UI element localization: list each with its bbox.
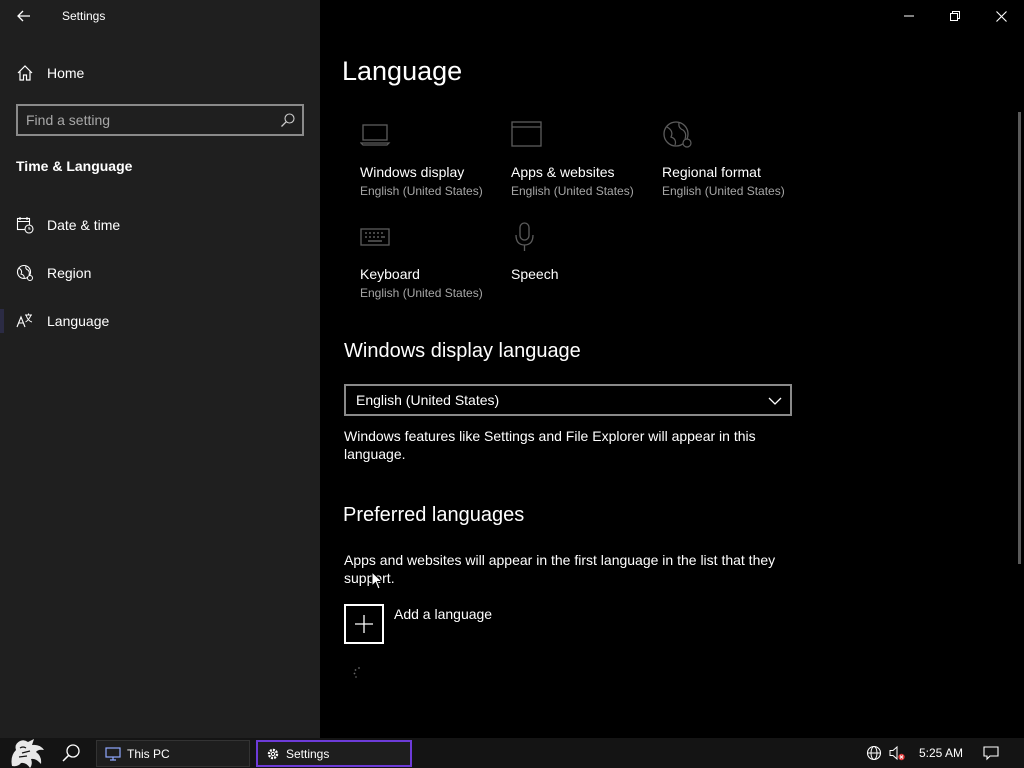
loading-spinner-icon: [353, 667, 360, 678]
tile-name: Apps & websites: [511, 164, 615, 180]
tile-subtitle: English (United States): [360, 184, 483, 198]
home-icon: [17, 65, 33, 81]
search-icon[interactable]: [58, 742, 84, 764]
chevron-down-icon: [768, 397, 782, 405]
nav-home[interactable]: Home: [0, 56, 320, 90]
dropdown-value: English (United States): [356, 392, 500, 408]
sidebar-item-label: Region: [47, 265, 92, 281]
back-arrow-icon: [17, 10, 30, 22]
selection-indicator: [0, 309, 4, 333]
search-input[interactable]: [26, 111, 276, 129]
taskbar-this-pc[interactable]: This PC: [96, 740, 250, 767]
monitor-icon: [360, 124, 391, 146]
preferred-languages-description: Apps and websites will appear in the fir…: [344, 552, 776, 586]
mouse-cursor-icon: [371, 571, 384, 590]
title-bar: Settings: [0, 0, 320, 32]
tile-speech[interactable]: Speech: [511, 222, 651, 312]
display-language-description: Windows features like Settings and File …: [344, 428, 756, 462]
taskbar-settings-label: Settings: [286, 746, 330, 761]
keyboard-icon: [360, 228, 390, 246]
tile-regional-format[interactable]: Regional format English (United States): [662, 120, 802, 210]
scrollbar[interactable]: [1018, 112, 1021, 564]
search-icon[interactable]: [280, 112, 296, 128]
plus-icon: [355, 615, 373, 633]
regional-globe-icon: [663, 121, 692, 148]
app-title: Settings: [62, 9, 106, 23]
computer-icon: [105, 746, 121, 761]
tile-keyboard[interactable]: Keyboard English (United States): [360, 222, 500, 312]
tile-name: Speech: [511, 266, 559, 282]
sidebar-item-date-time[interactable]: Date & time: [0, 205, 320, 245]
display-language-heading: Windows display language: [344, 340, 581, 362]
calendar-clock-icon: [16, 217, 34, 234]
close-button[interactable]: [978, 0, 1024, 32]
volume-muted-icon[interactable]: [889, 745, 905, 761]
tile-subtitle: English (United States): [511, 184, 634, 198]
add-language-label: Add a language: [394, 606, 493, 622]
restore-icon: [950, 11, 960, 21]
display-language-dropdown[interactable]: English (United States): [344, 384, 792, 416]
tile-apps-websites[interactable]: Apps & websites English (United States): [511, 120, 651, 210]
section-header: Time & Language: [16, 158, 133, 174]
tile-name: Keyboard: [360, 266, 420, 282]
tile-name: Windows display: [360, 164, 465, 180]
language-icon: [16, 313, 33, 328]
network-globe-icon[interactable]: [866, 745, 882, 761]
search-box[interactable]: [16, 104, 304, 136]
minimize-button[interactable]: [886, 0, 932, 32]
sidebar-item-region[interactable]: Region: [0, 253, 320, 293]
sidebar-item-label: Language: [47, 313, 110, 329]
tile-subtitle: English (United States): [662, 184, 785, 198]
microphone-icon: [515, 222, 534, 251]
tile-subtitle: English (United States): [360, 286, 483, 300]
tile-windows-display[interactable]: Windows display English (United States): [360, 120, 500, 210]
preferred-languages-heading: Preferred languages: [343, 504, 525, 526]
taskbar-settings[interactable]: Settings: [256, 740, 412, 767]
taskbar: This PC Settings 5:25 AM: [0, 738, 1024, 768]
sidebar-item-language[interactable]: Language: [0, 301, 320, 341]
close-icon: [995, 10, 1007, 22]
browser-window-icon: [511, 121, 542, 147]
notification-icon[interactable]: [983, 745, 999, 761]
tile-name: Regional format: [662, 164, 761, 180]
globe-region-icon: [16, 264, 33, 281]
restore-button[interactable]: [932, 0, 978, 32]
gear-icon: [267, 748, 279, 759]
add-language-button[interactable]: Add a language: [344, 604, 544, 644]
add-box: [344, 604, 384, 644]
clock-time[interactable]: 5:25 AM: [919, 746, 963, 760]
sidebar-item-label: Date & time: [47, 217, 121, 233]
back-button[interactable]: [8, 0, 40, 32]
minimize-icon: [904, 15, 914, 17]
dragon-logo-icon[interactable]: [6, 738, 48, 768]
page-title: Language: [342, 56, 463, 86]
sidebar: Settings Home Time & Language Date & tim…: [0, 0, 320, 738]
taskbar-this-pc-label: This PC: [127, 746, 170, 761]
nav-home-label: Home: [47, 65, 85, 81]
